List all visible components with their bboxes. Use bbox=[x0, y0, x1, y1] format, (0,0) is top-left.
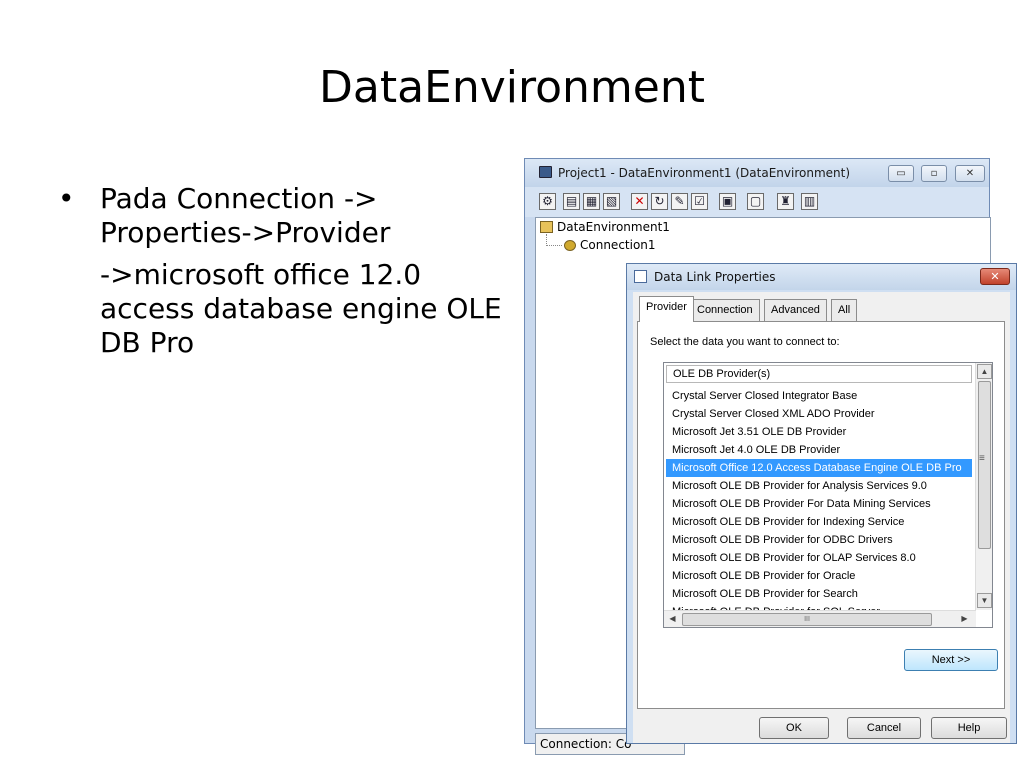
minimize-button[interactable]: ▭ bbox=[888, 165, 914, 182]
scroll-up-icon[interactable]: ▲ bbox=[977, 364, 992, 379]
cancel-button[interactable]: Cancel bbox=[847, 717, 921, 739]
tree-item-dataenvironment[interactable]: DataEnvironment1 bbox=[540, 220, 670, 234]
insert-stored-procedure-icon[interactable]: ▦ bbox=[583, 193, 600, 210]
connection-icon bbox=[564, 240, 576, 251]
tree-connector bbox=[546, 245, 562, 246]
refresh-icon[interactable]: ↻ bbox=[651, 193, 668, 210]
add-command-icon[interactable]: ▤ bbox=[563, 193, 580, 210]
dataenvironment-icon bbox=[539, 166, 552, 178]
provider-listbox[interactable]: OLE DB Provider(s) Crystal Server Closed… bbox=[663, 362, 993, 628]
list-item[interactable]: Microsoft OLE DB Provider for Indexing S… bbox=[666, 513, 972, 531]
horizontal-scrollbar[interactable]: ◀ III ▶ bbox=[664, 610, 976, 627]
help-button[interactable]: Help bbox=[931, 717, 1007, 739]
list-item[interactable]: Microsoft OLE DB Provider for OLAP Servi… bbox=[666, 549, 972, 567]
tree-item-connection1[interactable]: Connection1 bbox=[564, 238, 656, 252]
tree-root-label: DataEnvironment1 bbox=[557, 220, 670, 234]
list-item[interactable]: Microsoft OLE DB Provider for Oracle bbox=[666, 567, 972, 585]
design-icon[interactable]: ✎ bbox=[671, 193, 688, 210]
scroll-down-icon[interactable]: ▼ bbox=[977, 593, 992, 608]
scroll-left-icon[interactable]: ◀ bbox=[665, 612, 680, 626]
list-item[interactable]: Microsoft OLE DB Provider for Search bbox=[666, 585, 972, 603]
list-item[interactable]: Microsoft Jet 3.51 OLE DB Provider bbox=[666, 423, 972, 441]
list-header: OLE DB Provider(s) bbox=[666, 365, 972, 383]
vertical-scroll-thumb[interactable] bbox=[978, 381, 991, 549]
provider-tab-panel: Select the data you want to connect to: … bbox=[637, 321, 1005, 709]
de-toolbar: ⚙ ▤ ▦ ▧ ✕ ↻ ✎ ☑ ▣ ▢ ♜ ▥ bbox=[525, 187, 989, 217]
provider-list: Crystal Server Closed Integrator Base Cr… bbox=[666, 387, 972, 621]
dialog-close-button[interactable]: ✕ bbox=[980, 268, 1010, 285]
select-data-label: Select the data you want to connect to: bbox=[650, 336, 840, 348]
next-button[interactable]: Next >> bbox=[904, 649, 998, 671]
tab-connection[interactable]: Connection bbox=[690, 299, 760, 321]
bullet-list: • Pada Connection -> Properties->Provide… bbox=[58, 182, 508, 360]
bullet-point: • bbox=[58, 182, 75, 215]
horizontal-scroll-thumb[interactable]: III bbox=[682, 613, 932, 626]
list-item[interactable]: Crystal Server Closed Integrator Base bbox=[666, 387, 972, 405]
list-item[interactable]: Microsoft Jet 4.0 OLE DB Provider bbox=[666, 441, 972, 459]
tab-advanced[interactable]: Advanced bbox=[764, 299, 827, 321]
list-item-selected[interactable]: Microsoft Office 12.0 Access Database En… bbox=[666, 459, 972, 477]
arrange-by-connection-icon[interactable]: ▢ bbox=[747, 193, 764, 210]
list-item[interactable]: Crystal Server Closed XML ADO Provider bbox=[666, 405, 972, 423]
de-window-title: Project1 - DataEnvironment1 (DataEnviron… bbox=[558, 166, 851, 180]
data-link-properties-dialog: Data Link Properties ✕ Provider Connecti… bbox=[626, 263, 1017, 744]
list-item[interactable]: Microsoft OLE DB Provider For Data Minin… bbox=[666, 495, 972, 513]
add-child-command-icon[interactable]: ▧ bbox=[603, 193, 620, 210]
data-link-icon bbox=[634, 270, 647, 283]
arrange-by-field-icon[interactable]: ▥ bbox=[801, 193, 818, 210]
arrange-by-object-icon[interactable]: ♜ bbox=[777, 193, 794, 210]
dialog-titlebar[interactable]: Data Link Properties ✕ bbox=[627, 264, 1016, 290]
ok-button[interactable]: OK bbox=[759, 717, 829, 739]
bullet-text: Pada Connection -> Properties->Provider bbox=[100, 182, 508, 250]
dialog-body: Provider Connection Advanced All Select … bbox=[633, 292, 1010, 743]
tree-child-label: Connection1 bbox=[580, 238, 656, 252]
add-connection-icon[interactable]: ⚙ bbox=[539, 193, 556, 210]
de-titlebar[interactable]: Project1 - DataEnvironment1 (DataEnviron… bbox=[525, 159, 989, 187]
properties-icon[interactable]: ☑ bbox=[691, 193, 708, 210]
bullet-line-2: Properties->Provider bbox=[100, 216, 391, 249]
database-icon bbox=[540, 221, 553, 233]
scroll-right-icon[interactable]: ▶ bbox=[957, 612, 972, 626]
dialog-title: Data Link Properties bbox=[654, 270, 776, 284]
vertical-scrollbar[interactable]: ▲ ≡ ▼ bbox=[975, 363, 992, 610]
tab-provider[interactable]: Provider bbox=[639, 296, 694, 322]
maximize-button[interactable]: ▫ bbox=[921, 165, 947, 182]
scroll-grip-icon: ≡ bbox=[979, 453, 985, 464]
delete-icon[interactable]: ✕ bbox=[631, 193, 648, 210]
bullet-line-1: Pada Connection -> bbox=[100, 182, 378, 215]
bullet-subtext: ->microsoft office 12.0 access database … bbox=[100, 258, 502, 359]
list-item[interactable]: Microsoft OLE DB Provider for ODBC Drive… bbox=[666, 531, 972, 549]
list-item[interactable]: Microsoft OLE DB Provider for Analysis S… bbox=[666, 477, 972, 495]
view-code-icon[interactable]: ▣ bbox=[719, 193, 736, 210]
de-close-button[interactable]: ✕ bbox=[955, 165, 985, 182]
slide-title: DataEnvironment bbox=[318, 62, 705, 113]
tab-all[interactable]: All bbox=[831, 299, 858, 321]
